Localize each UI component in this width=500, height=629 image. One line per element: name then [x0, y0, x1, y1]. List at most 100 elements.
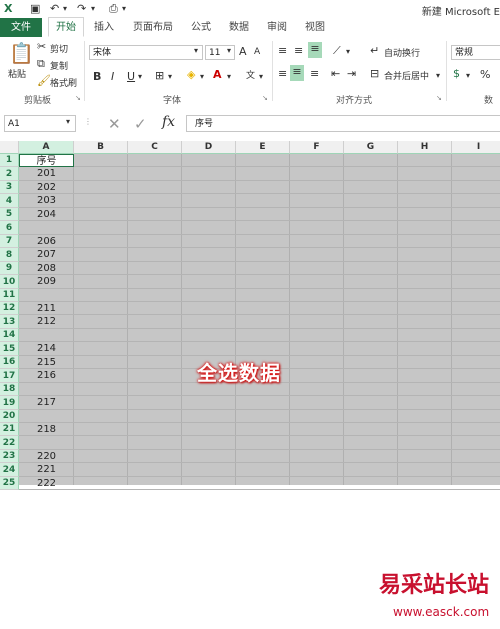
cell-a7[interactable]: 206 — [19, 235, 74, 248]
decrease-indent-icon[interactable]: ⇤ — [331, 67, 340, 80]
undo-dropdown-icon[interactable]: ▾ — [63, 4, 67, 13]
cell-a14[interactable] — [19, 329, 74, 342]
chevron-down-icon[interactable]: ▾ — [466, 71, 470, 80]
cell-a11[interactable] — [19, 289, 74, 302]
row-header-22[interactable]: 22 — [0, 436, 19, 450]
spreadsheet-grid[interactable]: ABCDEFGHI 1 2 3 4 5 6 7 8 9 10 11 12 13 14 15 16 17 18 19 2… — [0, 141, 500, 626]
redo-icon[interactable]: ↷ — [77, 2, 86, 15]
row-header-15[interactable]: 15 — [0, 342, 19, 356]
format-painter-button[interactable]: 格式刷 — [50, 76, 77, 89]
row-header-21[interactable]: 21 — [0, 423, 19, 436]
cell-a18[interactable] — [19, 383, 74, 396]
copy-icon[interactable]: ⧉ — [37, 57, 45, 71]
tab-formulas[interactable]: 公式 — [186, 18, 216, 37]
cut-button[interactable]: 剪切 — [50, 42, 68, 55]
font-launcher-icon[interactable]: ↘ — [262, 94, 268, 102]
increase-indent-icon[interactable]: ⇥ — [347, 67, 356, 80]
accounting-format-icon[interactable]: $ — [453, 67, 460, 80]
select-all-corner[interactable] — [0, 141, 19, 154]
chevron-down-icon[interactable]: ▾ — [138, 72, 142, 81]
font-name-select[interactable]: 宋体 — [89, 45, 203, 60]
column-header-b[interactable]: B — [74, 141, 128, 154]
cell-a8[interactable]: 207 — [19, 248, 74, 262]
cell-a19[interactable]: 217 — [19, 396, 74, 410]
bold-button[interactable]: B — [93, 70, 101, 83]
grow-font-button[interactable]: A — [239, 45, 247, 58]
italic-button[interactable]: I — [111, 70, 114, 83]
merge-center-icon[interactable]: ⊟ — [370, 67, 379, 80]
align-center-icon[interactable]: ≡ — [290, 65, 304, 81]
redo-dropdown-icon[interactable]: ▾ — [91, 4, 95, 13]
resize-handle-icon[interactable]: ⋮ — [84, 117, 92, 126]
row-header-5[interactable]: 5 — [0, 208, 19, 221]
row-header-9[interactable]: 9 — [0, 262, 19, 275]
column-header-d[interactable]: D — [182, 141, 236, 154]
cell-a21[interactable]: 218 — [19, 423, 74, 436]
chevron-down-icon[interactable]: ▾ — [346, 47, 350, 56]
cell-a6[interactable] — [19, 221, 74, 235]
cell-a2[interactable]: 201 — [19, 167, 74, 181]
tab-home[interactable]: 开始 — [48, 17, 84, 37]
font-color-icon[interactable]: A — [213, 68, 222, 81]
row-header-19[interactable]: 19 — [0, 396, 19, 410]
cancel-icon[interactable]: ✕ — [108, 115, 121, 133]
column-header-e[interactable]: E — [236, 141, 290, 154]
cell-a23[interactable]: 220 — [19, 450, 74, 463]
copy-button[interactable]: 复制 — [50, 59, 68, 72]
merge-center-button[interactable]: 合并后居中 — [384, 69, 429, 82]
column-header-i[interactable]: I — [452, 141, 500, 154]
shrink-font-button[interactable]: A — [254, 47, 260, 57]
chevron-down-icon[interactable]: ▾ — [259, 72, 263, 81]
cell-a24[interactable]: 221 — [19, 463, 74, 477]
chevron-down-icon[interactable]: ▾ — [227, 72, 231, 81]
percent-button[interactable]: % — [480, 68, 490, 81]
chevron-down-icon[interactable]: ▾ — [200, 72, 204, 81]
print-preview-icon[interactable]: ⎙ — [109, 2, 118, 16]
row-header-6[interactable]: 6 — [0, 221, 19, 235]
align-right-icon[interactable]: ≡ — [310, 67, 319, 80]
chevron-down-icon[interactable]: ▾ — [66, 117, 70, 126]
column-header-c[interactable]: C — [128, 141, 182, 154]
align-bottom-icon[interactable]: ≡ — [308, 42, 322, 58]
cell-a13[interactable]: 212 — [19, 315, 74, 329]
tab-view[interactable]: 视图 — [300, 18, 330, 37]
row-header-23[interactable]: 23 — [0, 450, 19, 463]
cell-a10[interactable]: 209 — [19, 275, 74, 289]
cell-a4[interactable]: 203 — [19, 194, 74, 208]
paste-icon[interactable]: 📋 — [9, 41, 34, 65]
paste-button[interactable]: 粘贴 — [8, 67, 26, 80]
tab-page-layout[interactable]: 页面布局 — [128, 18, 178, 37]
row-header-18[interactable]: 18 — [0, 383, 19, 396]
row-header-11[interactable]: 11 — [0, 289, 19, 302]
enter-icon[interactable]: ✓ — [134, 115, 147, 133]
customize-toolbar-icon[interactable]: ▾ — [122, 4, 126, 13]
row-header-13[interactable]: 13 — [0, 315, 19, 329]
cell-a22[interactable] — [19, 436, 74, 450]
column-header-h[interactable]: H — [398, 141, 452, 154]
undo-icon[interactable]: ↶ — [50, 2, 59, 15]
row-header-10[interactable]: 10 — [0, 275, 19, 289]
row-header-2[interactable]: 2 — [0, 167, 19, 181]
cell-a15[interactable]: 214 — [19, 342, 74, 356]
align-left-icon[interactable]: ≡ — [278, 67, 287, 80]
orientation-icon[interactable]: ⟋ — [333, 44, 341, 58]
column-header-g[interactable]: G — [344, 141, 398, 154]
wrap-text-button[interactable]: 自动换行 — [384, 46, 420, 59]
row-header-1[interactable]: 1 — [0, 154, 19, 167]
column-header-a[interactable]: A — [19, 141, 74, 154]
format-painter-icon[interactable]: 🖌 — [37, 74, 51, 87]
chevron-down-icon[interactable]: ▾ — [194, 46, 198, 55]
underline-button[interactable]: U — [127, 70, 135, 83]
tab-file[interactable]: 文件 — [0, 18, 42, 37]
cell-a3[interactable]: 202 — [19, 181, 74, 194]
row-header-8[interactable]: 8 — [0, 248, 19, 262]
row-header-14[interactable]: 14 — [0, 329, 19, 342]
tab-review[interactable]: 审阅 — [262, 18, 292, 37]
cell-a16[interactable]: 215 — [19, 356, 74, 369]
cell-a12[interactable]: 211 — [19, 302, 74, 315]
row-header-4[interactable]: 4 — [0, 194, 19, 208]
align-top-icon[interactable]: ≡ — [278, 44, 287, 57]
cell-a20[interactable] — [19, 410, 74, 423]
save-icon[interactable]: ▣ — [30, 2, 40, 15]
row-header-20[interactable]: 20 — [0, 410, 19, 423]
